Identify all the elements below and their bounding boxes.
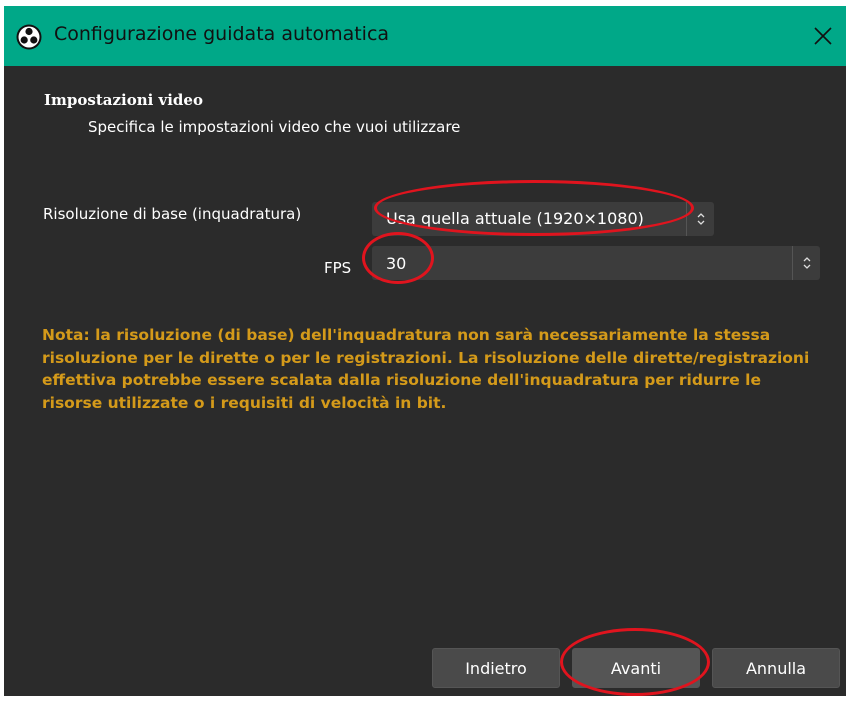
fps-select[interactable]: 30 [372, 246, 820, 280]
back-button[interactable]: Indietro [432, 648, 560, 688]
close-icon [814, 27, 832, 45]
next-button[interactable]: Avanti [572, 648, 700, 688]
fps-value: 30 [386, 254, 407, 273]
resolution-select[interactable]: Usa quella attuale (1920×1080) [372, 202, 714, 236]
fps-dropdown-arrows[interactable] [792, 246, 820, 280]
close-button[interactable] [800, 6, 846, 66]
title-bar: Configurazione guidata automatica [4, 6, 846, 66]
up-down-chevron-icon [803, 257, 810, 269]
up-down-chevron-icon [697, 213, 704, 225]
resolution-label: Risoluzione di base (inquadratura) [43, 205, 302, 223]
window-title: Configurazione guidata automatica [54, 23, 390, 45]
resolution-note: Nota: la risoluzione (di base) dell'inqu… [42, 326, 810, 412]
obs-logo-icon [16, 24, 42, 50]
section-title: Impostazioni video [44, 91, 203, 109]
fps-label: FPS [324, 259, 352, 277]
cancel-button[interactable]: Annulla [712, 648, 840, 688]
section-subtitle: Specifica le impostazioni video che vuoi… [88, 118, 461, 136]
resolution-value: Usa quella attuale (1920×1080) [386, 209, 644, 228]
wizard-window: Configurazione guidata automatica Impost… [4, 6, 846, 696]
resolution-dropdown-arrows[interactable] [686, 202, 714, 236]
